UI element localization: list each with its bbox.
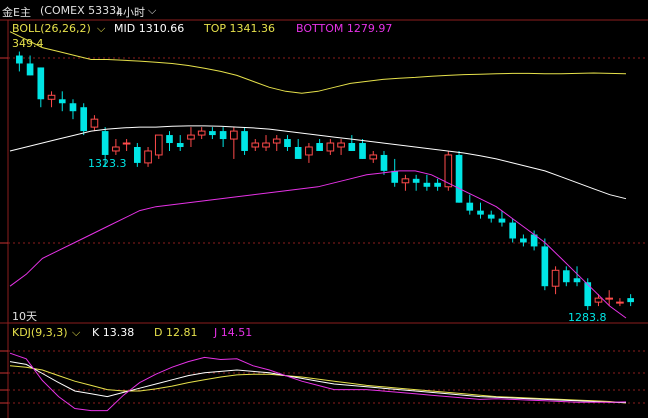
candle-body-down (562, 270, 570, 283)
candle-body-up (551, 269, 560, 287)
candle-body-down (134, 147, 141, 163)
kdj-j-line (9, 352, 627, 412)
candle-body-up (90, 118, 99, 128)
candle-body-down (434, 182, 441, 187)
candle-body-down (37, 67, 45, 100)
candle-body-up (144, 150, 152, 164)
candle-body-down (219, 131, 227, 140)
candle-body-up (112, 146, 120, 152)
candle-body-down (498, 218, 506, 223)
candle-body-up (616, 301, 624, 304)
candle-body-down (455, 154, 463, 203)
candle-body-up (369, 154, 378, 160)
candle-body-down (26, 63, 34, 76)
candle-body-down (166, 135, 173, 144)
candle-body-up (197, 130, 206, 136)
candle-body-down (466, 202, 474, 211)
candle-body-down (58, 99, 66, 104)
candle-body-up (230, 130, 238, 140)
candle-body-down (391, 170, 399, 183)
candle-body-down (487, 214, 495, 219)
candle-body-down (412, 178, 420, 183)
candle-body-down (294, 147, 302, 159)
candle-body-down (69, 103, 77, 112)
candle-body-down (80, 107, 88, 132)
candle-body-down (241, 131, 248, 151)
candle-body-down (477, 210, 484, 215)
price-chart[interactable] (0, 0, 648, 418)
candle-body-up (337, 142, 345, 148)
candle-body-down (380, 154, 388, 171)
candle-body-down (520, 238, 527, 243)
candle-body-down (423, 182, 431, 187)
candle-body-down (627, 298, 634, 303)
candle-body-up (605, 297, 614, 300)
kdj-k-line (9, 361, 627, 404)
candle-body-down (176, 143, 184, 147)
candle-body-down (284, 139, 291, 147)
candle-body-up (262, 142, 270, 148)
candle-body-up (401, 178, 410, 184)
candle-body-down (316, 143, 323, 151)
candle-body-down (359, 143, 366, 159)
candle-body-up (326, 142, 335, 152)
candle-body-down (209, 131, 216, 136)
candle-body-down (509, 222, 516, 239)
boll-top-line (9, 31, 627, 94)
candle-body-down (541, 246, 549, 287)
candle-body-down (573, 278, 581, 283)
candle-body-up (594, 297, 603, 303)
candle-body-up (122, 142, 131, 145)
candle-body-up (187, 134, 195, 140)
candle-body-down (584, 282, 592, 307)
candle-body-down (16, 55, 23, 64)
candle-body-up (154, 134, 163, 156)
candle-body-down (348, 143, 356, 151)
candle-body-up (305, 146, 313, 156)
candle-body-up (47, 94, 56, 100)
candle-body-down (101, 131, 109, 155)
candle-body-up (251, 142, 260, 148)
candle-body-up (272, 138, 281, 144)
kdj-d-line (9, 365, 627, 404)
